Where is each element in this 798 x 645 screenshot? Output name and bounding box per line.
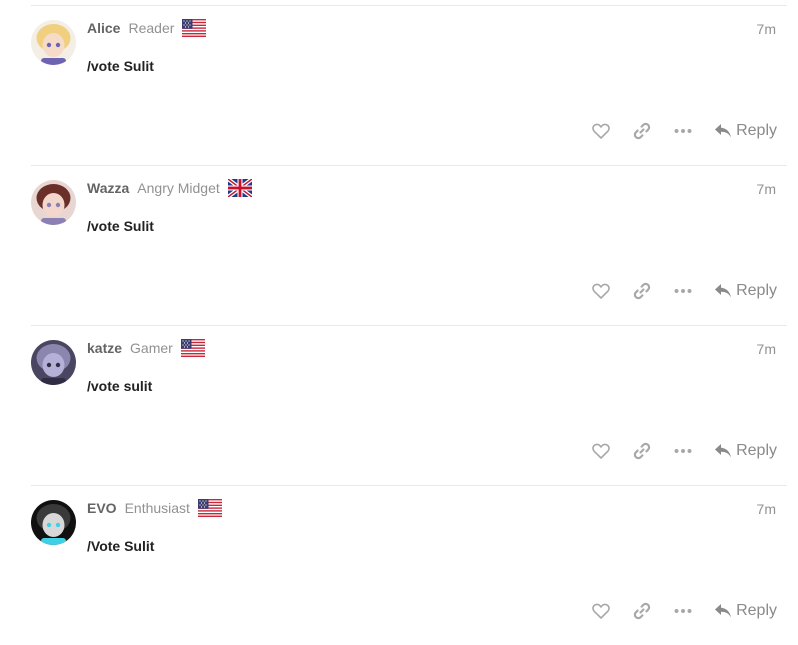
heart-icon — [592, 443, 610, 459]
link-icon — [633, 282, 651, 300]
link-icon — [633, 122, 651, 140]
avatar[interactable] — [31, 340, 76, 385]
show-more-button[interactable] — [673, 121, 693, 141]
reply-button[interactable]: Reply — [714, 282, 777, 300]
reply-label: Reply — [736, 122, 777, 139]
show-more-button[interactable] — [673, 281, 693, 301]
post-body: /Vote Sulit — [87, 538, 155, 554]
post-date[interactable]: 7m — [757, 21, 776, 37]
heart-icon — [592, 603, 610, 619]
avatar-image — [31, 180, 76, 225]
reply-label: Reply — [736, 282, 777, 299]
us-flag-icon — [182, 19, 207, 37]
post-date[interactable]: 7m — [757, 181, 776, 197]
ellipsis-icon — [674, 289, 692, 293]
copy-link-button[interactable] — [632, 121, 652, 141]
avatar[interactable] — [31, 180, 76, 225]
like-button[interactable] — [591, 601, 611, 621]
user-title: Gamer — [130, 340, 173, 356]
post-body: /vote sulit — [87, 378, 153, 394]
post-body: /vote Sulit — [87, 218, 154, 234]
reply-icon — [715, 284, 732, 298]
show-more-button[interactable] — [673, 441, 693, 461]
post-actions: Reply — [591, 280, 777, 302]
flag-icon — [197, 499, 222, 517]
heart-icon — [592, 123, 610, 139]
heart-icon — [592, 283, 610, 299]
uk-flag-icon — [227, 179, 252, 197]
reply-icon — [715, 124, 732, 138]
user-title: Reader — [128, 20, 175, 36]
us-flag-icon — [180, 339, 205, 357]
flag-icon — [182, 19, 207, 37]
ellipsis-icon — [674, 449, 692, 453]
post-actions: Reply — [591, 120, 777, 142]
avatar[interactable] — [31, 500, 76, 545]
username[interactable]: EVO — [87, 500, 117, 516]
avatar-image — [31, 500, 76, 545]
copy-link-button[interactable] — [632, 281, 652, 301]
reply-button[interactable]: Reply — [714, 602, 777, 620]
ellipsis-icon — [674, 129, 692, 133]
post-actions: Reply — [591, 600, 777, 622]
reply-icon — [715, 604, 732, 618]
username[interactable]: Wazza — [87, 180, 129, 196]
reply-icon — [715, 444, 732, 458]
like-button[interactable] — [591, 441, 611, 461]
username[interactable]: katze — [87, 340, 122, 356]
username[interactable]: Alice — [87, 20, 120, 36]
post-body: /vote Sulit — [87, 58, 154, 74]
link-icon — [633, 442, 651, 460]
avatar[interactable] — [31, 20, 76, 65]
show-more-button[interactable] — [673, 601, 693, 621]
topic-post-stream: Alice Reader 7m /vote Sulit Reply Wazza … — [31, 5, 787, 645]
link-icon — [633, 602, 651, 620]
like-button[interactable] — [591, 121, 611, 141]
reply-button[interactable]: Reply — [714, 122, 777, 140]
post: Alice Reader 7m /vote Sulit Reply — [31, 5, 787, 165]
avatar-image — [31, 340, 76, 385]
user-title: Angry Midget — [137, 180, 220, 196]
post-meta: Wazza Angry Midget — [87, 178, 252, 198]
flag-icon — [227, 179, 252, 197]
copy-link-button[interactable] — [632, 441, 652, 461]
flag-icon — [180, 339, 205, 357]
us-flag-icon — [197, 499, 222, 517]
reply-label: Reply — [736, 442, 777, 459]
copy-link-button[interactable] — [632, 601, 652, 621]
reply-label: Reply — [736, 602, 777, 619]
reply-button[interactable]: Reply — [714, 442, 777, 460]
post-meta: Alice Reader — [87, 18, 207, 38]
post-date[interactable]: 7m — [757, 341, 776, 357]
post: Wazza Angry Midget 7m /vote Sulit Reply — [31, 165, 787, 325]
like-button[interactable] — [591, 281, 611, 301]
ellipsis-icon — [674, 609, 692, 613]
post: katze Gamer 7m /vote sulit Reply — [31, 325, 787, 485]
avatar-image — [31, 20, 76, 65]
user-title: Enthusiast — [124, 500, 190, 516]
post-date[interactable]: 7m — [757, 501, 776, 517]
post-meta: katze Gamer — [87, 338, 205, 358]
post-actions: Reply — [591, 440, 777, 462]
post: EVO Enthusiast 7m /Vote Sulit Reply — [31, 485, 787, 645]
post-meta: EVO Enthusiast — [87, 498, 222, 518]
